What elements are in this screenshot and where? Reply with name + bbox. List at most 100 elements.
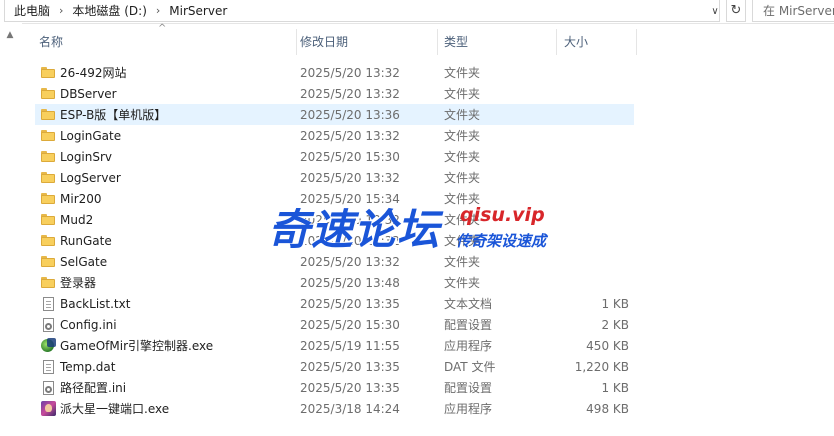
file-modified-date: 2025/5/20 15:30	[300, 317, 400, 332]
file-row[interactable]: BackList.txt 2025/5/20 13:35 文本文档 1 KB	[35, 293, 634, 314]
breadcrumb-local-disk[interactable]: 本地磁盘 (D:)	[69, 2, 149, 19]
file-modified-date: 2025/5/20 13:32	[300, 212, 400, 227]
text-file-icon	[42, 296, 54, 311]
file-name: 路径配置.ini	[60, 381, 127, 395]
file-size	[555, 167, 629, 188]
file-type: DAT 文件	[444, 360, 496, 374]
file-row[interactable]: Mir200 2025/5/20 15:34 文件夹	[35, 188, 634, 209]
refresh-button[interactable]: ↻	[726, 0, 746, 22]
file-modified-date: 2025/5/20 13:48	[300, 275, 400, 290]
file-modified-date: 2025/5/20 13:35	[300, 380, 400, 395]
folder-icon	[41, 130, 55, 141]
folder-icon	[41, 67, 55, 78]
file-name: 26-492网站	[60, 66, 127, 80]
game-exe-icon	[40, 338, 56, 353]
file-row[interactable]: Config.ini 2025/5/20 15:30 配置设置 2 KB	[35, 314, 634, 335]
file-row[interactable]: 登录器 2025/5/20 13:48 文件夹	[35, 272, 634, 293]
file-type: 文件夹	[444, 192, 481, 206]
config-file-icon	[42, 380, 54, 395]
file-name: SelGate	[60, 254, 108, 269]
file-row[interactable]: 派大星一键端口.exe 2025/3/18 14:24 应用程序 498 KB	[35, 398, 634, 419]
file-size	[555, 62, 629, 83]
folder-icon	[41, 214, 55, 225]
search-input[interactable]: 在 MirServer	[752, 0, 834, 22]
file-name: Mir200	[60, 191, 102, 206]
folder-icon	[41, 235, 55, 246]
file-name: Config.ini	[60, 317, 117, 332]
file-name: 登录器	[60, 276, 97, 290]
file-size: 1 KB	[601, 296, 629, 311]
file-size	[555, 188, 629, 209]
file-row[interactable]: Mud2 2025/5/20 13:32 文件夹	[35, 209, 634, 230]
file-modified-date: 2025/5/20 13:32	[300, 65, 400, 80]
file-row[interactable]: SelGate 2025/5/20 13:32 文件夹	[35, 251, 634, 272]
file-size: 450 KB	[586, 338, 629, 353]
folder-icon	[41, 88, 55, 99]
file-name: Temp.dat	[60, 359, 116, 374]
file-size: 498 KB	[586, 401, 629, 416]
file-row[interactable]: DBServer 2025/5/20 13:32 文件夹	[35, 83, 634, 104]
file-row[interactable]: ESP-B版【单机版】 2025/5/20 13:36 文件夹	[35, 104, 634, 125]
file-size	[555, 104, 629, 125]
file-size	[555, 272, 629, 293]
file-type: 文件夹	[444, 87, 481, 101]
column-header-name[interactable]: 名称	[31, 23, 296, 60]
file-modified-date: 2025/5/20 15:34	[300, 191, 400, 206]
file-modified-date: 2025/5/20 13:35	[300, 359, 400, 374]
file-size	[555, 83, 629, 104]
refresh-icon: ↻	[730, 3, 742, 18]
file-name: Mud2	[60, 212, 94, 227]
column-divider[interactable]	[636, 29, 637, 55]
file-modified-date: 2025/5/20 13:35	[300, 296, 400, 311]
breadcrumb-separator-icon[interactable]: ›	[53, 4, 69, 17]
folder-icon	[41, 151, 55, 162]
breadcrumb[interactable]: 此电脑 › 本地磁盘 (D:) › MirServer	[4, 0, 720, 22]
file-type: 文件夹	[444, 66, 481, 80]
file-name: BackList.txt	[60, 296, 131, 311]
folder-icon	[41, 172, 55, 183]
navigation-pane: ▲	[0, 23, 22, 436]
file-type: 文件夹	[444, 213, 481, 227]
address-bar-area: 此电脑 › 本地磁盘 (D:) › MirServer ∨ ↻ 在 MirSer…	[0, 0, 834, 24]
scroll-up-icon[interactable]: ▲	[4, 29, 16, 41]
file-name: LoginGate	[60, 128, 122, 143]
file-size	[555, 125, 629, 146]
file-size	[555, 230, 629, 251]
file-row[interactable]: LogServer 2025/5/20 13:32 文件夹	[35, 167, 634, 188]
file-explorer-window: 此电脑 › 本地磁盘 (D:) › MirServer ∨ ↻ 在 MirSer…	[0, 0, 834, 436]
breadcrumb-this-pc[interactable]: 此电脑	[11, 2, 53, 19]
file-row[interactable]: 26-492网站 2025/5/20 13:32 文件夹	[35, 62, 634, 83]
file-type: 配置设置	[444, 318, 493, 332]
column-header-date[interactable]: 修改日期	[292, 23, 438, 60]
file-modified-date: 2025/5/20 13:32	[300, 128, 400, 143]
file-row[interactable]: RunGate 2025/5/20 13:32 文件夹	[35, 230, 634, 251]
file-row[interactable]: Temp.dat 2025/5/20 13:35 DAT 文件 1,220 KB	[35, 356, 634, 377]
file-modified-date: 2025/5/20 13:32	[300, 86, 400, 101]
file-name: RunGate	[60, 233, 112, 248]
file-row[interactable]: GameOfMir引擎控制器.exe 2025/5/19 11:55 应用程序 450…	[35, 335, 634, 356]
file-type: 文件夹	[444, 150, 481, 164]
file-size: 1,220 KB	[574, 359, 629, 374]
file-row[interactable]: LoginGate 2025/5/20 13:32 文件夹	[35, 125, 634, 146]
file-type: 配置设置	[444, 381, 493, 395]
pai-exe-icon	[40, 401, 56, 416]
file-name: 派大星一键端口.exe	[60, 402, 170, 416]
file-size	[555, 209, 629, 230]
file-row[interactable]: LoginSrv 2025/5/20 15:30 文件夹	[35, 146, 634, 167]
file-type: 文本文档	[444, 297, 493, 311]
file-name: DBServer	[60, 86, 117, 101]
file-modified-date: 2025/5/20 15:30	[300, 149, 400, 164]
file-size	[555, 146, 629, 167]
file-type: 文件夹	[444, 129, 481, 143]
file-type: 应用程序	[444, 402, 493, 416]
file-modified-date: 2025/5/19 11:55	[300, 338, 400, 353]
column-header-row: ^ 名称 修改日期 类型 大小	[22, 23, 834, 60]
file-size	[555, 251, 629, 272]
file-row[interactable]: 路径配置.ini 2025/5/20 13:35 配置设置 1 KB	[35, 377, 634, 398]
file-modified-date: 2025/5/20 13:32	[300, 254, 400, 269]
breadcrumb-separator-icon[interactable]: ›	[150, 4, 166, 17]
column-header-type[interactable]: 类型	[436, 23, 556, 60]
breadcrumb-mirserver[interactable]: MirServer	[166, 4, 230, 18]
chevron-down-icon[interactable]: ∨	[706, 2, 724, 20]
column-header-size[interactable]: 大小	[556, 23, 636, 60]
